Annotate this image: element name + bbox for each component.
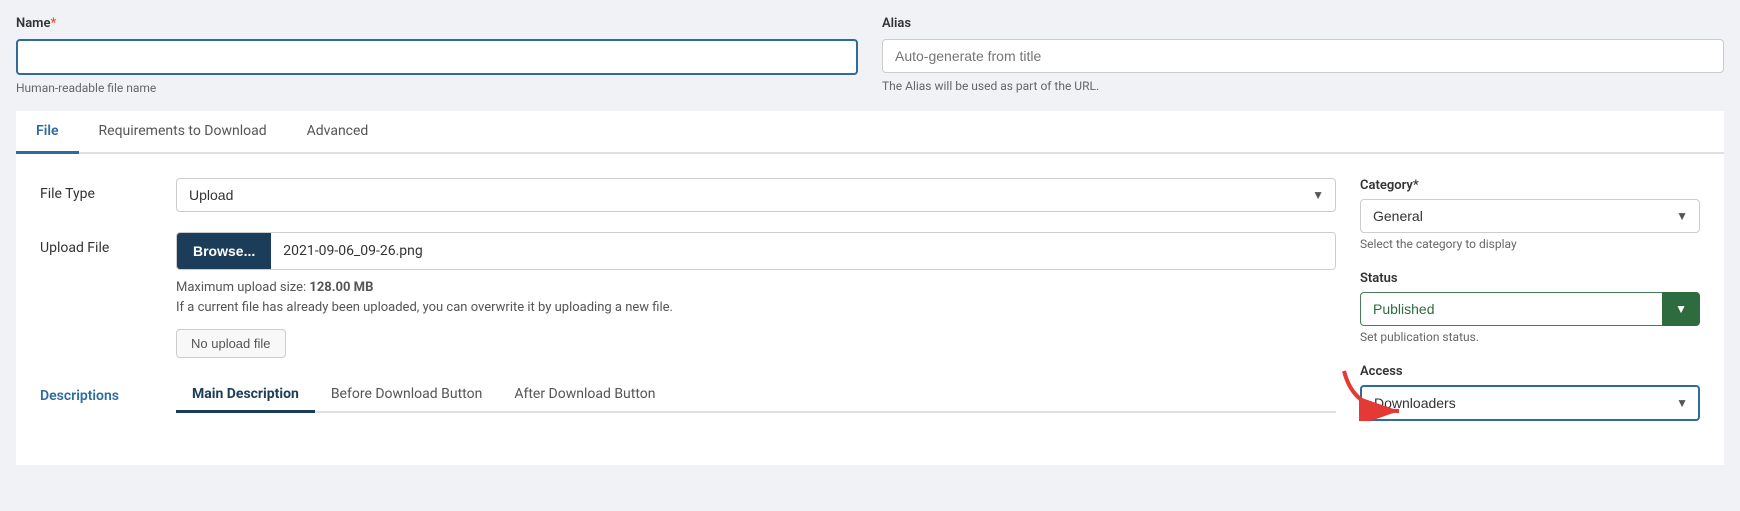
- upload-file-input-row: Browse... 2021-09-06_09-26.png: [176, 232, 1336, 270]
- category-label: Category*: [1360, 178, 1700, 193]
- tab-bar: File Requirements to Download Advanced: [16, 111, 1724, 154]
- category-select[interactable]: General: [1360, 199, 1700, 233]
- status-chevron-button[interactable]: ▼: [1662, 292, 1700, 326]
- category-required-star: *: [1413, 178, 1419, 193]
- max-upload-size: 128.00 MB: [309, 280, 373, 295]
- file-type-select[interactable]: Upload: [176, 178, 1336, 212]
- right-panel: Category* General ▼ Select the category …: [1360, 178, 1700, 441]
- status-label: Status: [1360, 271, 1700, 286]
- name-label: Name*: [16, 16, 858, 31]
- access-label: Access: [1360, 364, 1700, 379]
- descriptions-row: Descriptions Main Description Before Dow…: [40, 378, 1336, 413]
- name-required-star: *: [50, 16, 56, 31]
- status-select-wrapper: Published ▼: [1360, 292, 1700, 326]
- alias-field-group: Alias The Alias will be used as part of …: [882, 16, 1724, 95]
- file-type-row: File Type Upload ▼: [40, 178, 1336, 212]
- max-upload-text: Maximum upload size:: [176, 280, 306, 295]
- tab-advanced[interactable]: Advanced: [287, 111, 389, 154]
- no-upload-button[interactable]: No upload file: [176, 329, 286, 358]
- name-input[interactable]: Private File: [16, 39, 858, 75]
- overwrite-hint: If a current file has already been uploa…: [176, 300, 673, 315]
- name-hint: Human-readable file name: [16, 81, 858, 95]
- tab-requirements[interactable]: Requirements to Download: [79, 111, 287, 154]
- upload-file-row: Upload File Browse... 2021-09-06_09-26.p…: [40, 232, 1336, 358]
- category-label-text: Category: [1360, 178, 1413, 193]
- desc-tab-before[interactable]: Before Download Button: [315, 378, 498, 413]
- status-hint: Set publication status.: [1360, 330, 1700, 344]
- status-select[interactable]: Published: [1360, 292, 1662, 326]
- alias-label: Alias: [882, 16, 1724, 31]
- access-select[interactable]: Downloaders: [1360, 385, 1700, 421]
- name-field-group: Name* Private File Human-readable file n…: [16, 16, 858, 95]
- file-name-display: 2021-09-06_09-26.png: [271, 233, 1335, 269]
- file-type-label: File Type: [40, 178, 160, 202]
- browse-button[interactable]: Browse...: [177, 233, 271, 269]
- category-hint: Select the category to display: [1360, 237, 1700, 251]
- file-type-content: Upload ▼: [176, 178, 1336, 212]
- alias-input[interactable]: [882, 39, 1724, 73]
- name-label-text: Name: [16, 16, 50, 31]
- upload-file-label: Upload File: [40, 232, 160, 256]
- category-field-group: Category* General ▼ Select the category …: [1360, 178, 1700, 251]
- desc-tab-after[interactable]: After Download Button: [498, 378, 671, 413]
- access-select-wrapper: Downloaders ▼: [1360, 385, 1700, 421]
- category-select-wrapper: General ▼: [1360, 199, 1700, 233]
- description-tabs: Main Description Before Download Button …: [176, 378, 1336, 413]
- main-content: File Type Upload ▼ Upload File Browse...: [16, 154, 1724, 465]
- file-type-select-wrapper: Upload ▼: [176, 178, 1336, 212]
- upload-file-content: Browse... 2021-09-06_09-26.png Maximum u…: [176, 232, 1336, 358]
- upload-info: Maximum upload size: 128.00 MB If a curr…: [176, 278, 1336, 317]
- desc-tab-main[interactable]: Main Description: [176, 378, 315, 413]
- access-field-group: Access Downloaders ▼: [1360, 364, 1700, 421]
- tab-file[interactable]: File: [16, 111, 79, 154]
- status-field-group: Status Published ▼ Set publication statu…: [1360, 271, 1700, 344]
- alias-hint: The Alias will be used as part of the UR…: [882, 79, 1724, 93]
- descriptions-label: Descriptions: [40, 378, 160, 404]
- left-panel: File Type Upload ▼ Upload File Browse...: [40, 178, 1336, 441]
